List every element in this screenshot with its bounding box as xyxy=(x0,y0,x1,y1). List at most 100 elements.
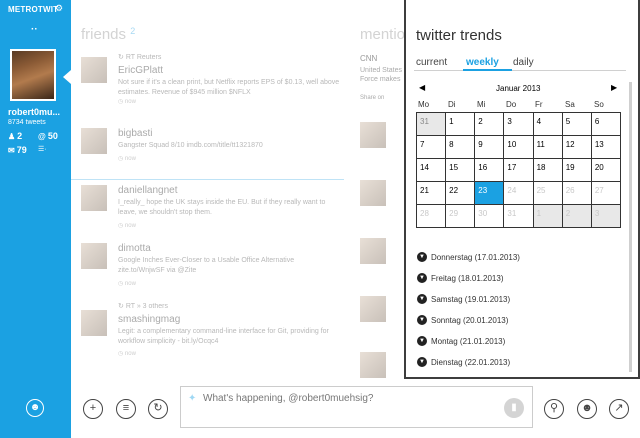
tweet-text: Google Inches Ever-Closer to a Usable Of… xyxy=(118,257,295,274)
tweet-avatar[interactable] xyxy=(81,243,107,269)
trend-day-item[interactable]: ▼ Montag (21.01.2013) xyxy=(416,336,626,357)
tweet-item[interactable]: daniellangnet I_really_ hope the UK stay… xyxy=(81,185,341,230)
mentions-stat[interactable]: @50 xyxy=(38,131,58,141)
tweet-author[interactable]: bigbasti xyxy=(118,128,152,139)
calendar-day-selected[interactable]: 23 xyxy=(475,182,505,205)
trends-popup: twitter trends current weekly daily ◀ Ja… xyxy=(404,0,640,379)
trend-day-item[interactable]: ▼ Freitag (18.01.2013) xyxy=(416,273,626,294)
mentions-count: 50 xyxy=(47,131,58,141)
calendar-day: 29 xyxy=(446,205,476,228)
trend-day-item[interactable]: ▼ Sonntag (20.01.2013) xyxy=(416,315,626,336)
mention-author[interactable]: CNN xyxy=(360,54,377,63)
trends-button[interactable]: ↗ xyxy=(609,399,629,419)
calendar-day[interactable]: 16 xyxy=(475,159,505,182)
tweet-item[interactable]: bigbasti Gangster Squad 8/10 imdb.com/ti… xyxy=(81,128,341,168)
trend-day-item[interactable]: ▼ Dienstag (22.01.2013) xyxy=(416,357,626,378)
tweet-text: Gangster Squad 8/10 imdb.com/title/tt132… xyxy=(118,142,263,149)
calendar-day[interactable]: 22 xyxy=(446,182,476,205)
weekday-label: Di xyxy=(448,100,456,109)
calendar-day: 25 xyxy=(533,182,563,205)
messages-count: 79 xyxy=(16,145,27,155)
compose-send-icon[interactable]: ▮ xyxy=(504,398,524,418)
tweet-author[interactable]: EricGPlatt xyxy=(118,65,163,76)
calendar-day[interactable]: 7 xyxy=(417,136,447,159)
mention-avatar[interactable] xyxy=(360,238,386,264)
tweet-avatar[interactable] xyxy=(81,185,107,211)
column-divider xyxy=(71,179,344,180)
calendar-day[interactable]: 12 xyxy=(562,136,592,159)
tweet-time: ◷ now xyxy=(118,351,136,357)
trend-day-item[interactable]: ▼ Samstag (19.01.2013) xyxy=(416,294,626,315)
share-link[interactable]: Share on xyxy=(360,95,384,101)
tweet-author[interactable]: dimotta xyxy=(118,243,151,254)
calendar-month-label: Januar 2013 xyxy=(496,84,541,93)
tweet-author[interactable]: smashingmag xyxy=(118,314,180,325)
add-column-button[interactable]: + xyxy=(83,399,103,419)
next-month-arrow-icon[interactable]: ▶ xyxy=(611,83,617,92)
calendar-day[interactable]: 17 xyxy=(504,159,534,182)
twitter-bird-icon: ✦ xyxy=(188,393,197,404)
mention-avatar[interactable] xyxy=(360,296,386,322)
tweet-item[interactable]: ↻ RT » 3 others smashingmag Legit: a com… xyxy=(81,302,341,362)
mention-avatar[interactable] xyxy=(360,122,386,148)
compose-input[interactable]: What's happening, @robert0muehsig? xyxy=(203,393,374,404)
calendar-day[interactable]: 1 xyxy=(446,113,476,136)
trend-day-item[interactable]: ▼ Donnerstag (17.01.2013) xyxy=(416,252,626,273)
trend-day-label: Donnerstag (17.01.2013) xyxy=(431,253,520,262)
calendar-day[interactable]: 21 xyxy=(417,182,447,205)
calendar-day[interactable]: 14 xyxy=(417,159,447,182)
profile-username[interactable]: robert0mu... xyxy=(8,107,60,117)
tweet-item[interactable]: dimotta Google Inches Ever-Closer to a U… xyxy=(81,243,341,288)
tab-current[interactable]: current xyxy=(416,57,447,68)
lists-stat[interactable]: ☰· xyxy=(38,145,47,153)
more-dots-icon[interactable]: ·· xyxy=(31,24,38,35)
calendar-day[interactable]: 15 xyxy=(446,159,476,182)
tab-weekly[interactable]: weekly xyxy=(466,57,499,68)
calendar-day[interactable]: 13 xyxy=(591,136,621,159)
mention-avatar[interactable] xyxy=(360,352,386,378)
tweet-avatar[interactable] xyxy=(81,128,107,154)
calendar-day[interactable]: 18 xyxy=(533,159,563,182)
calendar-day[interactable]: 9 xyxy=(475,136,505,159)
calendar-day[interactable]: 31 xyxy=(417,113,447,136)
trends-scrollbar[interactable] xyxy=(629,82,632,372)
profile-button[interactable]: ☻ xyxy=(577,399,597,419)
calendar-day[interactable]: 20 xyxy=(591,159,621,182)
compose-box[interactable]: ✦ What's happening, @robert0muehsig? ▮ xyxy=(180,386,533,428)
list-menu-button[interactable]: ≡ xyxy=(116,399,136,419)
tweet-avatar[interactable] xyxy=(81,57,107,83)
calendar-day[interactable]: 19 xyxy=(562,159,592,182)
tweet-text: I_really_ hope the UK stays inside the E… xyxy=(118,199,326,216)
messages-stat[interactable]: ✉ 79 xyxy=(8,145,27,155)
calendar-day[interactable]: 6 xyxy=(591,113,621,136)
settings-gear-icon[interactable]: ⚙ xyxy=(55,3,63,14)
tab-daily[interactable]: daily xyxy=(513,57,534,68)
calendar-day[interactable]: 8 xyxy=(446,136,476,159)
calendar-day[interactable]: 3 xyxy=(504,113,534,136)
calendar-day[interactable]: 11 xyxy=(533,136,563,159)
search-button[interactable]: ⚲ xyxy=(544,399,564,419)
previous-month-arrow-icon[interactable]: ◀ xyxy=(419,83,425,92)
envelope-icon: ✉ xyxy=(8,146,15,155)
calendar-day: 31 xyxy=(504,205,534,228)
following-stat[interactable]: ♟ 2 xyxy=(8,131,22,141)
calendar-day[interactable]: 10 xyxy=(504,136,534,159)
calendar-grid: 31 1 2 3 4 5 6 7 8 9 10 11 12 13 14 15 1… xyxy=(416,112,621,228)
accounts-button[interactable]: ☻ xyxy=(26,399,44,417)
calendar-day[interactable]: 2 xyxy=(475,113,505,136)
mention-avatar[interactable] xyxy=(360,180,386,206)
trend-day-label: Montag (21.01.2013) xyxy=(431,337,506,346)
mention-text: United States Force makes xyxy=(360,67,403,83)
profile-avatar[interactable] xyxy=(10,49,56,101)
tweet-author[interactable]: daniellangnet xyxy=(118,185,178,196)
calendar-day[interactable]: 4 xyxy=(533,113,563,136)
trend-day-label: Freitag (18.01.2013) xyxy=(431,274,504,283)
calendar-week: 7 8 9 10 11 12 13 xyxy=(417,136,621,159)
tweet-time: ◷ now xyxy=(118,156,136,162)
tweet-avatar[interactable] xyxy=(81,310,107,336)
app-title: METROTWIT xyxy=(8,5,59,14)
calendar-day[interactable]: 5 xyxy=(562,113,592,136)
tweet-item[interactable]: ↻ RT Reuters EricGPlatt Not sure if it's… xyxy=(81,54,341,107)
refresh-button[interactable]: ↻ xyxy=(148,399,168,419)
trend-day-label: Dienstag (22.01.2013) xyxy=(431,358,511,367)
